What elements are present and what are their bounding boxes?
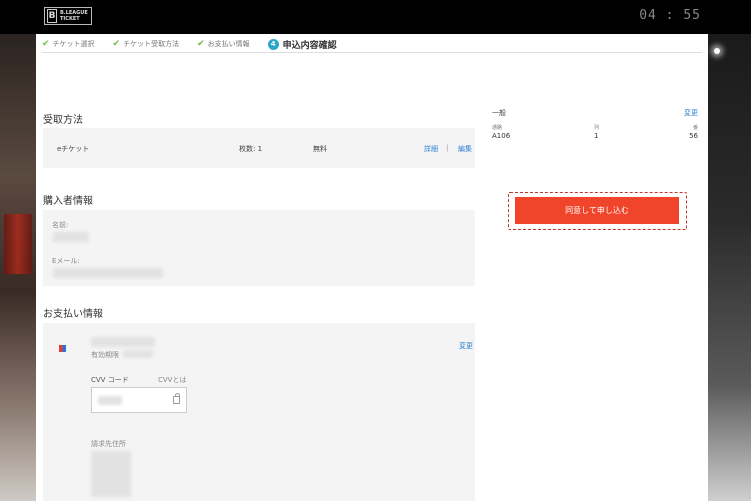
- receive-section-title: 受取方法: [43, 115, 83, 126]
- logo-text: B.LEAGUE TICKET: [60, 10, 88, 22]
- credit-card-icon: [59, 345, 66, 352]
- billing-address-redacted: [91, 451, 131, 497]
- receive-fee: 無料: [313, 145, 327, 153]
- card-number-redacted: [91, 337, 155, 347]
- card-expiry-label: 有効期限: [91, 351, 119, 359]
- step-ticket-select: ✔ チケット選択: [42, 39, 95, 49]
- seat-header-row: 列: [594, 125, 600, 131]
- bleague-ticket-logo[interactable]: B B.LEAGUE TICKET: [44, 7, 92, 25]
- seat-header-aisle: 通路: [492, 125, 503, 131]
- step-confirm: 4 申込内容確認: [267, 38, 337, 51]
- top-bar: B B.LEAGUE TICKET 04 : 55: [0, 0, 751, 34]
- edit-link[interactable]: 編集: [458, 144, 472, 154]
- receive-method-name: eチケット: [57, 145, 90, 153]
- check-icon: ✔: [42, 39, 50, 49]
- detail-link[interactable]: 詳細: [424, 144, 438, 154]
- submit-button-focus-outline: 同意して申し込む: [508, 192, 687, 230]
- progress-steps: ✔ チケット選択 ✔ チケット受取方法 ✔ お支払い情報 4 申込内容確認: [42, 36, 702, 53]
- payment-change-link[interactable]: 変更: [459, 341, 473, 351]
- logo-mark: B: [47, 9, 57, 23]
- buyer-info-box: 名前: Eメール:: [43, 210, 475, 286]
- step-payment-info: ✔ お支払い情報: [197, 39, 250, 49]
- seat-row-value: 1: [594, 132, 599, 140]
- step-receive-method: ✔ チケット受取方法: [112, 39, 180, 49]
- countdown-timer: 04 : 55: [639, 8, 701, 23]
- buyer-section-title: 購入者情報: [43, 196, 93, 207]
- buyer-name-redacted: [53, 232, 89, 242]
- seat-header-number: 番: [692, 125, 698, 131]
- background-right: [708, 34, 751, 501]
- lock-icon: [173, 393, 180, 404]
- payment-info-box: 有効期限 変更 CVV コード CVVとは 請求先住所: [43, 323, 475, 501]
- ticket-count: 枚数: 1: [239, 145, 263, 153]
- billing-address-label: 請求先住所: [91, 440, 126, 448]
- background-left: [0, 34, 36, 501]
- main-panel: ✔ チケット選択 ✔ チケット受取方法 ✔ お支払い情報 4 申込内容確認 受取…: [36, 34, 708, 501]
- buyer-email-redacted: [53, 268, 163, 278]
- seat-aisle-value: A106: [492, 132, 511, 140]
- agree-and-apply-button[interactable]: 同意して申し込む: [515, 197, 679, 224]
- seat-change-link[interactable]: 変更: [684, 108, 698, 118]
- cvv-label: CVV コード: [91, 376, 129, 384]
- seat-type: 一般: [492, 109, 506, 117]
- step-number-badge: 4: [267, 38, 279, 50]
- check-icon: ✔: [197, 39, 205, 49]
- buyer-name-label: 名前:: [52, 221, 69, 229]
- link-separator: |: [446, 144, 449, 152]
- card-expiry-redacted: [123, 350, 153, 358]
- cvv-input[interactable]: [91, 387, 187, 413]
- buyer-email-label: Eメール:: [52, 257, 80, 265]
- payment-section-title: お支払い情報: [43, 309, 103, 320]
- check-icon: ✔: [112, 39, 121, 49]
- cvv-help-link[interactable]: CVVとは: [158, 375, 186, 385]
- seat-number-value: 56: [689, 132, 698, 140]
- cvv-value-redacted: [98, 396, 122, 405]
- receive-method-box: eチケット 枚数: 1 無料 詳細 | 編集: [43, 128, 475, 168]
